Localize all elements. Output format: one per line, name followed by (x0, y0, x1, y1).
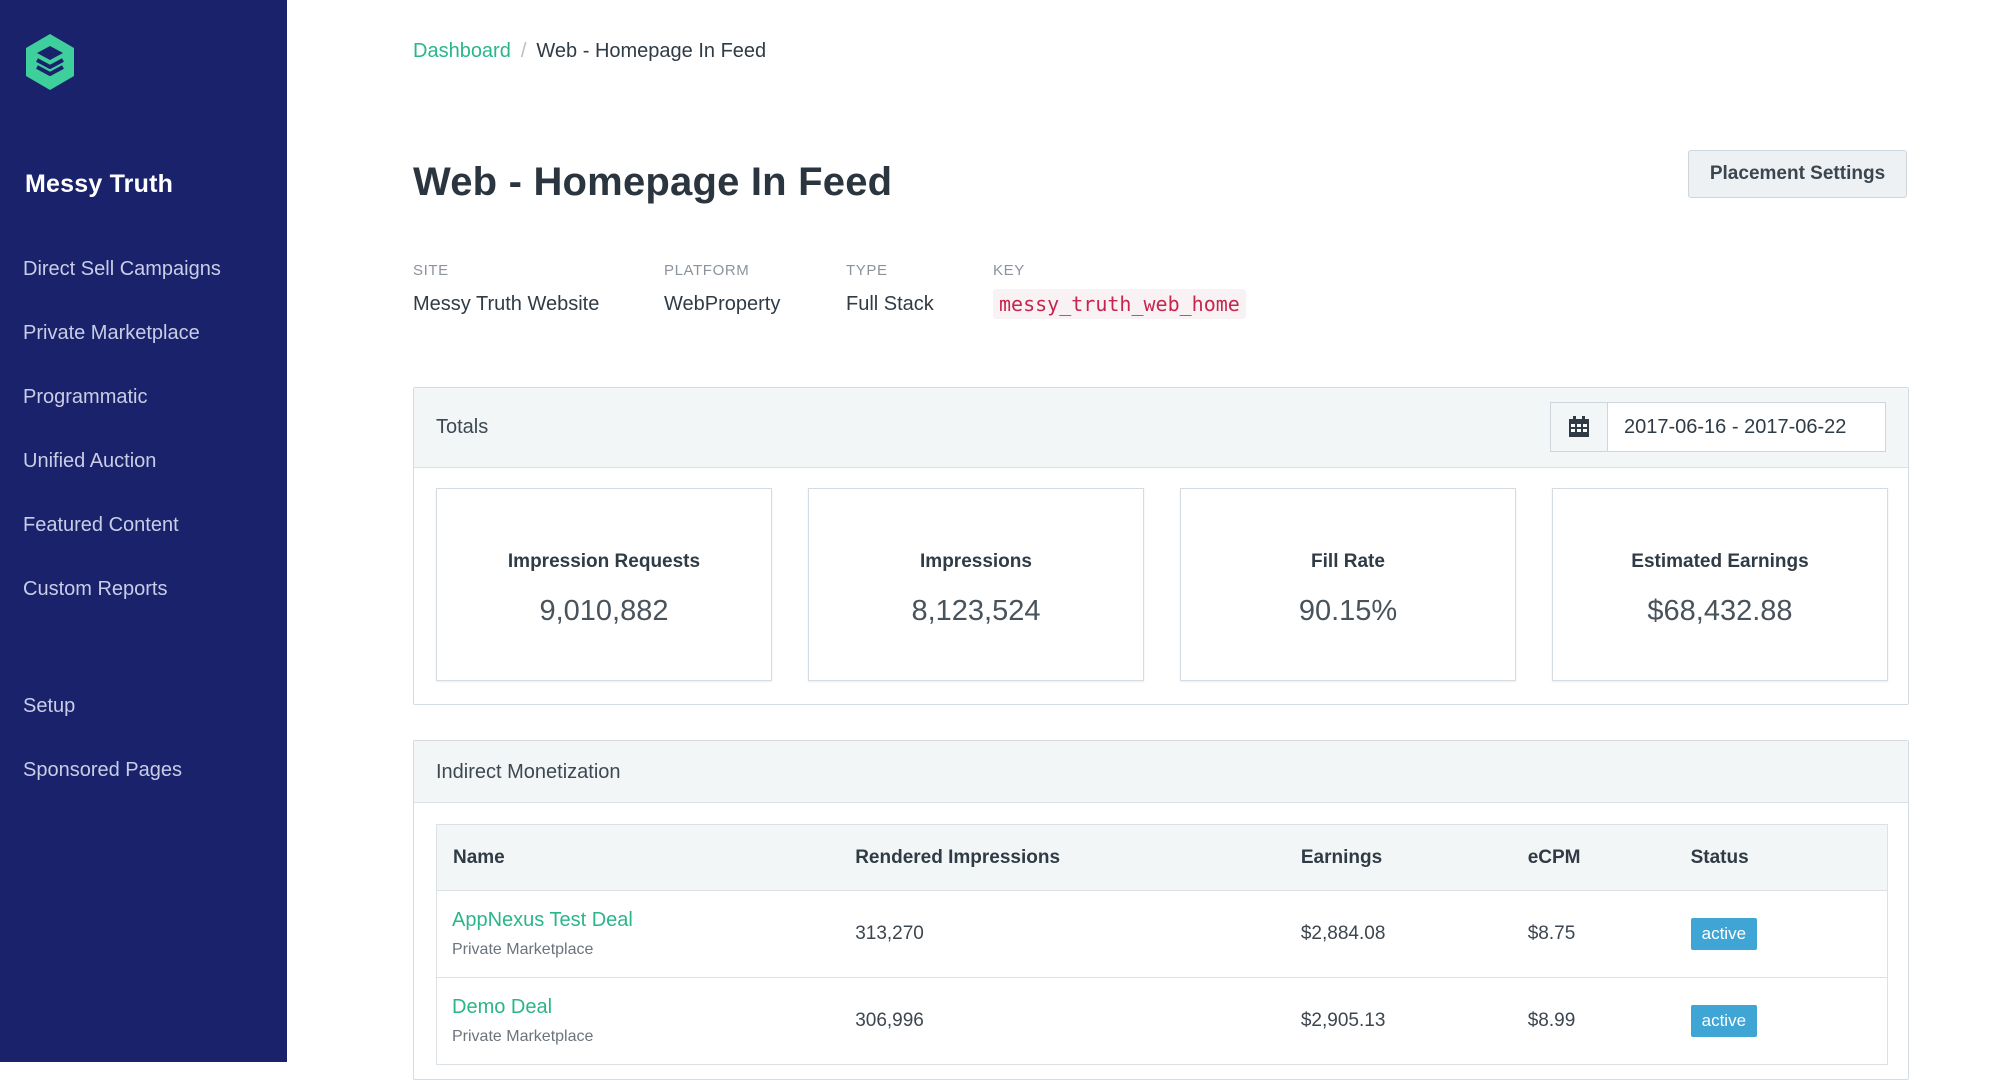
meta-type-value: Full Stack (846, 293, 934, 315)
cell-status: active (1690, 890, 1888, 978)
stat-card-impressions: Impressions 8,123,524 (808, 488, 1144, 681)
table-row: Demo Deal Private Marketplace 306,996 $2… (436, 977, 1888, 1065)
table-row: AppNexus Test Deal Private Marketplace 3… (436, 890, 1888, 978)
meta-key-value: messy_truth_web_home (993, 289, 1246, 319)
main-content: Dashboard / Web - Homepage In Feed Web - H… (287, 0, 2010, 1080)
indirect-monetization-panel: Indirect Monetization Name Rendered Impr… (413, 740, 1909, 1080)
cell-name: Demo Deal Private Marketplace (436, 977, 856, 1065)
stat-label: Fill Rate (1311, 551, 1385, 572)
stat-label: Impressions (920, 551, 1032, 572)
meta-platform: PLATFORM WebProperty (664, 262, 780, 316)
totals-panel: Totals 2017-06-16 - 2017-06-22 Impressio… (413, 387, 1909, 705)
col-header-earnings[interactable]: Earnings (1300, 824, 1528, 891)
sidebar-item-setup[interactable]: Setup (23, 695, 75, 718)
cell-earnings: $2,905.13 (1300, 977, 1528, 1065)
placement-settings-button[interactable]: Placement Settings (1688, 150, 1907, 198)
meta-platform-value: WebProperty (664, 293, 781, 315)
totals-panel-header: Totals 2017-06-16 - 2017-06-22 (414, 388, 1908, 468)
sidebar-item-featured-content[interactable]: Featured Content (23, 514, 179, 537)
sidebar-item-sponsored-pages[interactable]: Sponsored Pages (23, 759, 182, 782)
status-badge: active (1690, 918, 1758, 950)
meta-key-label: KEY (993, 262, 1025, 279)
stat-value: 9,010,882 (539, 595, 669, 627)
sidebar-item-unified-auction[interactable]: Unified Auction (23, 450, 156, 473)
deal-name-link[interactable]: AppNexus Test Deal (452, 909, 855, 932)
sidebar: Messy Truth Direct Sell Campaigns Privat… (0, 0, 287, 1062)
meta-platform-label: PLATFORM (664, 262, 750, 279)
deal-type: Private Marketplace (452, 941, 594, 958)
meta-site-value: Messy Truth Website (413, 293, 600, 315)
table-header-row: Name Rendered Impressions Earnings eCPM … (436, 824, 1888, 891)
stat-value: 8,123,524 (911, 595, 1041, 627)
meta-key: KEY messy_truth_web_home (993, 262, 1246, 319)
cell-status: active (1690, 977, 1888, 1065)
cell-ecpm: $8.99 (1527, 977, 1691, 1065)
deal-name-link[interactable]: Demo Deal (452, 996, 855, 1019)
sidebar-item-programmatic[interactable]: Programmatic (23, 386, 147, 409)
meta-site-label: SITE (413, 262, 449, 279)
date-range-input[interactable]: 2017-06-16 - 2017-06-22 (1608, 403, 1846, 451)
col-header-rendered[interactable]: Rendered Impressions (855, 824, 1301, 891)
meta-type-label: TYPE (846, 262, 888, 279)
status-badge: active (1690, 1005, 1758, 1037)
sidebar-item-private-marketplace[interactable]: Private Marketplace (23, 322, 200, 345)
indirect-title: Indirect Monetization (436, 761, 621, 783)
meta-site: SITE Messy Truth Website (413, 262, 599, 316)
meta-type: TYPE Full Stack (846, 262, 934, 316)
deal-type: Private Marketplace (452, 1028, 594, 1045)
col-header-name[interactable]: Name (436, 824, 856, 891)
stat-card-fill-rate: Fill Rate 90.15% (1180, 488, 1516, 681)
stat-card-estimated-earnings: Estimated Earnings $68,432.88 (1552, 488, 1888, 681)
date-range-picker[interactable]: 2017-06-16 - 2017-06-22 (1550, 402, 1886, 452)
indirect-table: Name Rendered Impressions Earnings eCPM … (436, 824, 1888, 1065)
cell-ecpm: $8.75 (1527, 890, 1691, 978)
sidebar-item-direct-sell-campaigns[interactable]: Direct Sell Campaigns (23, 258, 221, 281)
sidebar-item-custom-reports[interactable]: Custom Reports (23, 578, 168, 601)
cell-rendered: 306,996 (855, 977, 1301, 1065)
cell-rendered: 313,270 (855, 890, 1301, 978)
cell-earnings: $2,884.08 (1300, 890, 1528, 978)
breadcrumb-dashboard-link[interactable]: Dashboard (413, 40, 511, 62)
stat-label: Impression Requests (507, 551, 701, 572)
stat-label: Estimated Earnings (1631, 551, 1809, 572)
brand-name[interactable]: Messy Truth (25, 170, 173, 199)
stat-value: $68,432.88 (1647, 595, 1793, 627)
col-header-status[interactable]: Status (1690, 824, 1888, 891)
breadcrumb-separator: / (520, 40, 527, 62)
calendar-icon[interactable] (1551, 403, 1608, 451)
cell-name: AppNexus Test Deal Private Marketplace (436, 890, 856, 978)
page-title: Web - Homepage In Feed (413, 160, 893, 204)
hexagon-layers-logo-icon[interactable] (24, 33, 76, 91)
stat-value: 90.15% (1298, 595, 1398, 627)
stat-card-impression-requests: Impression Requests 9,010,882 (436, 488, 772, 681)
col-header-ecpm[interactable]: eCPM (1527, 824, 1691, 891)
breadcrumb-current: Web - Homepage In Feed (536, 40, 767, 62)
totals-title: Totals (436, 416, 489, 438)
breadcrumb: Dashboard / Web - Homepage In Feed (413, 40, 766, 63)
indirect-panel-header: Indirect Monetization (414, 741, 1908, 803)
